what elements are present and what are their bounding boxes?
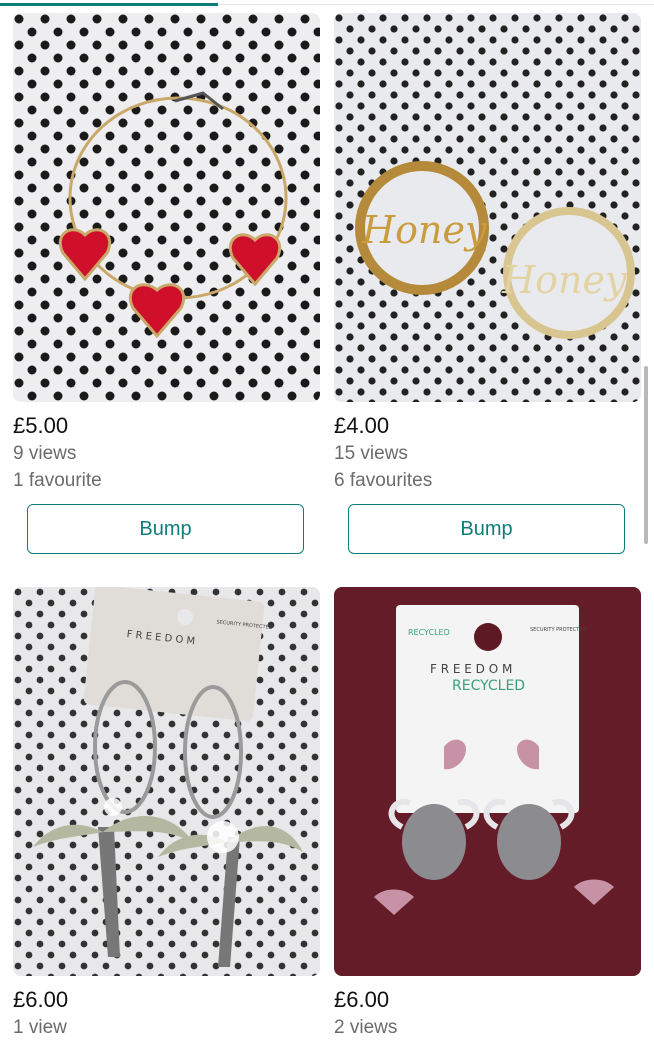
listing-favourites: 6 favourites bbox=[334, 470, 433, 491]
listing-card[interactable]: Honey Honey £4.00 15 views 6 favourites … bbox=[334, 13, 641, 554]
honey-hoop-earrings-image: Honey Honey bbox=[334, 13, 641, 402]
card-badge-text: RECYCLED bbox=[408, 628, 450, 637]
listing-card[interactable]: RECYCLED SECURITY PROTECTED F R E E D O … bbox=[334, 587, 641, 1041]
listing-favourites: 1 favourite bbox=[13, 470, 102, 491]
listing-photo[interactable] bbox=[13, 13, 320, 402]
listing-card[interactable]: F R E E D O M SECURITY PROTECTED £6.00 1… bbox=[13, 587, 320, 1041]
honey-script-text: Honey bbox=[361, 208, 487, 252]
palm-tree-earrings-image: F R E E D O M SECURITY PROTECTED bbox=[13, 587, 320, 976]
listing-price: £5.00 bbox=[13, 413, 69, 438]
bump-button[interactable]: Bump bbox=[348, 504, 625, 554]
listing-card[interactable]: £5.00 9 views 1 favourite Bump bbox=[13, 13, 320, 554]
listing-views: 1 view bbox=[13, 1017, 67, 1038]
active-tab-indicator bbox=[0, 3, 218, 6]
scorpion-earrings-image: RECYCLED SECURITY PROTECTED F R E E D O … bbox=[334, 587, 641, 976]
card-tag-text: SECURITY PROTECTED bbox=[530, 627, 586, 633]
listing-price: £6.00 bbox=[334, 987, 390, 1012]
bump-button[interactable]: Bump bbox=[27, 504, 304, 554]
scrollbar[interactable] bbox=[644, 366, 648, 544]
listing-photo[interactable]: RECYCLED SECURITY PROTECTED F R E E D O … bbox=[334, 587, 641, 976]
listing-views: 2 views bbox=[334, 1017, 398, 1038]
listing-views: 15 views bbox=[334, 443, 408, 464]
listing-price: £4.00 bbox=[334, 413, 390, 438]
honey-script-text: Honey bbox=[501, 258, 627, 302]
listing-photo[interactable]: Honey Honey bbox=[334, 13, 641, 402]
heart-hoop-earring-image bbox=[13, 13, 320, 402]
card-sub-text: RECYCLED bbox=[452, 678, 525, 694]
listing-views: 9 views bbox=[13, 443, 77, 464]
listing-price: £6.00 bbox=[13, 987, 69, 1012]
card-brand-text: F R E E D O M bbox=[430, 662, 512, 676]
listing-photo[interactable]: F R E E D O M SECURITY PROTECTED bbox=[13, 587, 320, 976]
